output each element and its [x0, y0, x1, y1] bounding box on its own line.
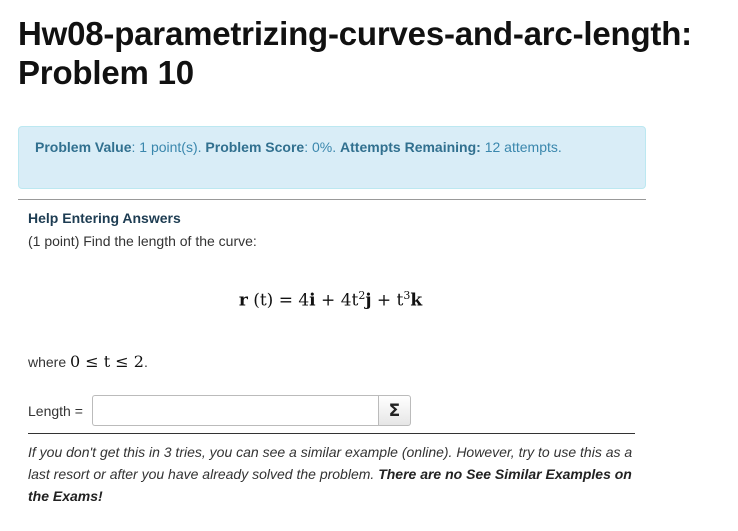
length-label: Length =	[28, 402, 83, 419]
eq-unit-k: k	[410, 290, 423, 311]
sigma-icon: Σ	[388, 400, 401, 421]
length-answer-input[interactable]	[91, 395, 378, 426]
problem-score-label: Problem Score	[205, 139, 305, 155]
where-suffix: .	[143, 354, 148, 370]
help-entering-answers-link[interactable]: Help Entering Answers	[28, 210, 181, 226]
eq-mid1: + 4t	[315, 290, 359, 311]
problem-info-box: Problem Value: 1 point(s). Problem Score…	[18, 126, 646, 189]
problem-value-label: Problem Value	[35, 139, 132, 155]
attempts-remaining-label: Attempts Remaining:	[340, 139, 481, 155]
eq-arg: (t) = 4	[247, 290, 310, 311]
page-title: Hw08-parametrizing-curves-and-arc-length…	[18, 15, 692, 91]
curve-equation: r (t) = 4i + 4t2j + t3k	[0, 289, 661, 311]
similar-example-note: If you don't get this in 3 tries, you ca…	[28, 441, 648, 507]
equation-editor-button[interactable]: Σ	[377, 395, 411, 426]
problem-score-text: : 0%.	[304, 139, 341, 155]
problem-divider-bottom	[28, 433, 635, 434]
eq-mid2: + t	[371, 290, 404, 311]
answer-row: Length = Σ	[28, 395, 411, 426]
problem-divider-top	[18, 199, 646, 200]
attempts-remaining-text: 12 attempts.	[480, 139, 562, 155]
problem-value-text: : 1 point(s).	[131, 139, 206, 155]
eq-vector-r: r	[238, 290, 248, 311]
interval-statement: where 0 ≤ t ≤ 2.	[28, 352, 148, 371]
problem-intro: (1 point) Find the length of the curve:	[28, 233, 257, 249]
where-prefix: where	[28, 354, 71, 370]
interval-math: 0 ≤ t ≤ 2	[70, 352, 144, 371]
